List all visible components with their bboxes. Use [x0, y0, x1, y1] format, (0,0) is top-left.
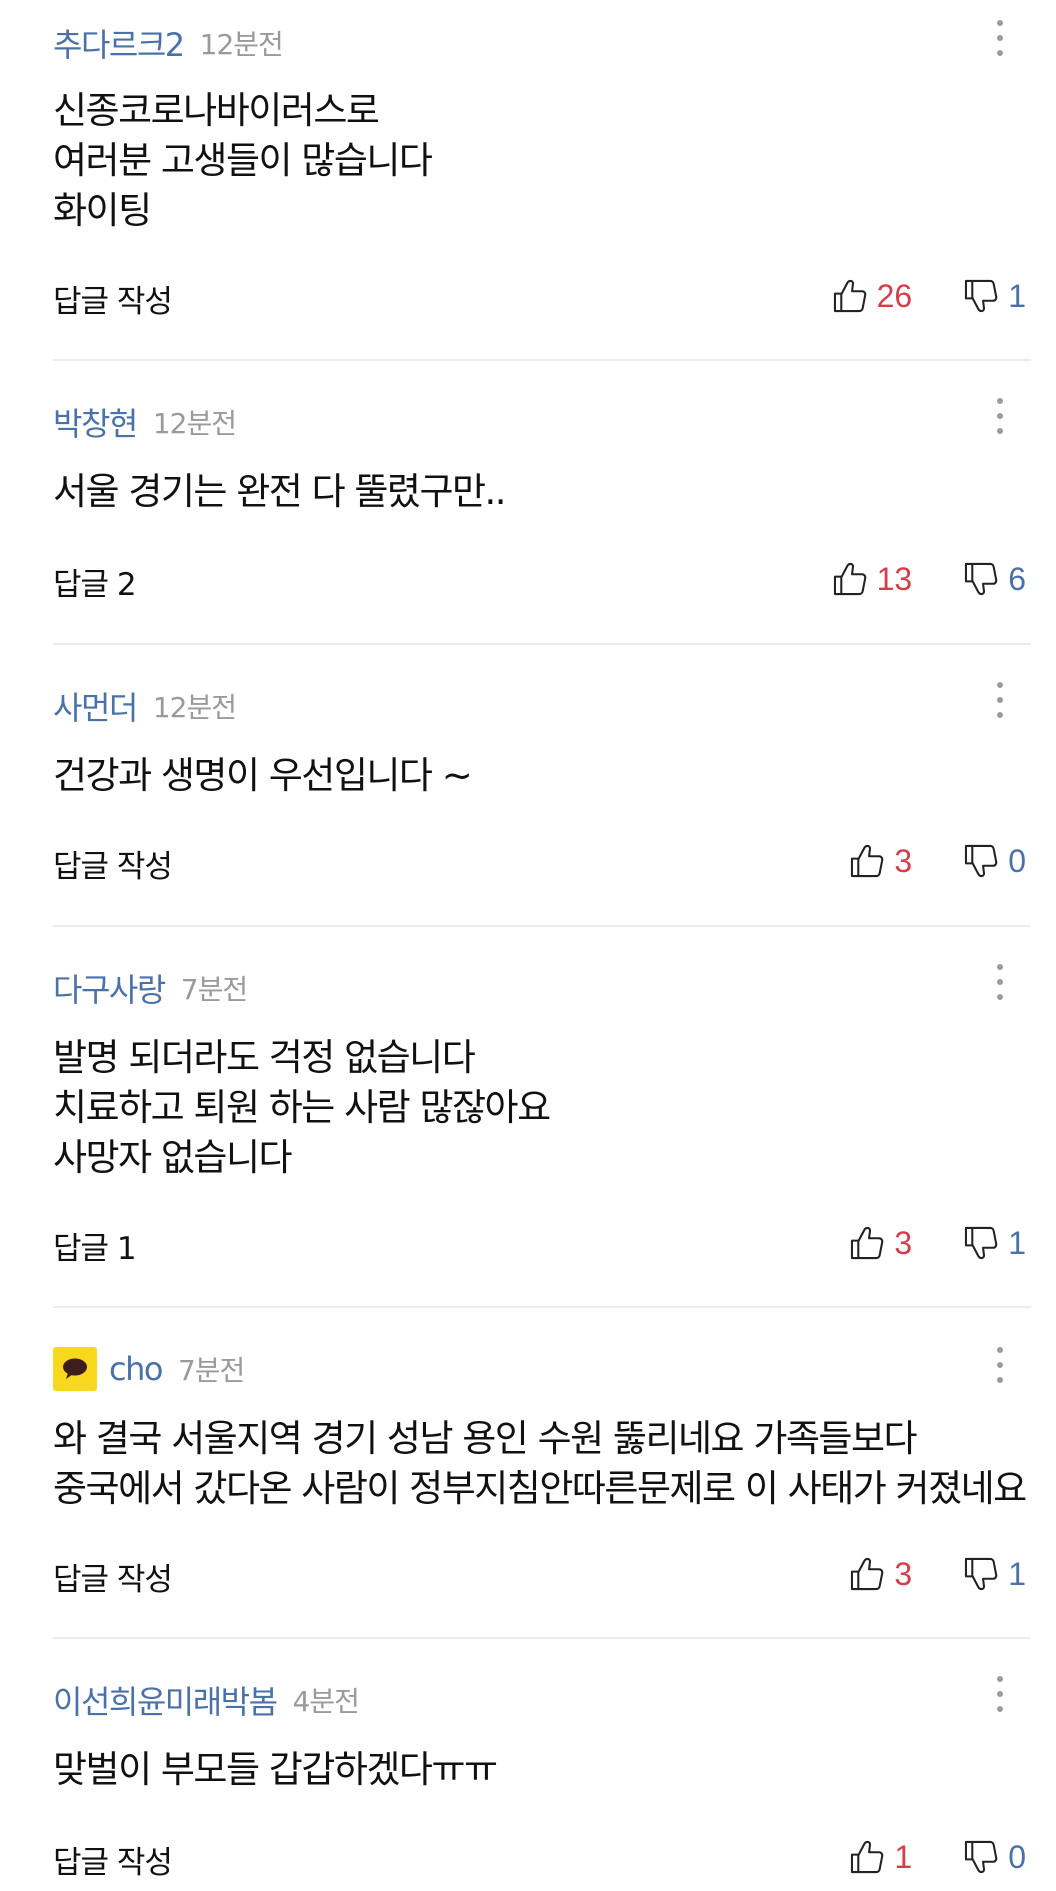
comment-item: 사먼더 12분전 건강과 생명이 우선입니다 ~ 답글 작성 3 0	[0, 645, 1056, 927]
comment-meta: 추다르크2 12분전	[53, 20, 284, 66]
like-count: 1	[894, 1838, 913, 1875]
like-button[interactable]: 3	[848, 842, 912, 880]
like-button[interactable]: 3	[848, 1555, 912, 1593]
comment-item: 박창현 12분전 서울 경기는 완전 다 뚤렸구만.. 답글 2 13 6	[0, 361, 1056, 643]
like-count: 3	[894, 1224, 913, 1261]
dislike-count: 6	[1008, 560, 1026, 597]
thumbs-up-icon	[833, 279, 866, 313]
comment-time: 7분전	[180, 973, 248, 1006]
comment-time: 12분전	[152, 407, 237, 440]
thumbs-up-icon	[851, 1840, 884, 1874]
comment-time: 12분전	[152, 691, 237, 724]
reply-button[interactable]: 답글 작성	[53, 276, 173, 321]
avatar[interactable]	[53, 1347, 97, 1391]
more-vertical-icon[interactable]	[994, 1345, 1006, 1385]
vote-group: 3 0	[848, 839, 1026, 883]
reply-button[interactable]: 답글 작성	[53, 841, 173, 886]
more-vertical-icon[interactable]	[994, 680, 1006, 720]
like-count: 3	[894, 1555, 913, 1592]
comment-item: cho 7분전 와 결국 서울지역 경기 성남 용인 수원 뚫리네요 가족들보다…	[0, 1308, 1056, 1638]
comment-time: 4분전	[292, 1685, 360, 1718]
thumbs-down-icon	[965, 1226, 998, 1260]
comment-author[interactable]: 이선희윤미래박봄	[53, 1677, 278, 1723]
comment-time: 12분전	[199, 28, 284, 61]
thumbs-up-icon	[851, 1557, 884, 1591]
more-vertical-icon[interactable]	[994, 396, 1006, 436]
comment-item: 추다르크2 12분전 신종코로나바이러스로 여러분 고생들이 많습니다 화이팅 …	[0, 0, 1056, 360]
reply-button[interactable]: 답글 1	[53, 1223, 137, 1268]
like-button[interactable]: 26	[831, 277, 913, 315]
comment-time: 7분전	[177, 1354, 245, 1387]
comment-author[interactable]: 박창현	[53, 399, 138, 445]
dislike-count: 1	[1008, 277, 1026, 314]
comment-author[interactable]: 사먼더	[53, 683, 138, 729]
thumbs-down-icon	[965, 844, 998, 878]
reply-button[interactable]: 답글 2	[53, 559, 137, 604]
comment-text: 서울 경기는 완전 다 뚤렸구만..	[53, 470, 507, 513]
dislike-count: 1	[1008, 1224, 1026, 1261]
dislike-button[interactable]: 1	[962, 1224, 1026, 1262]
like-button[interactable]: 1	[848, 1838, 912, 1876]
dislike-button[interactable]: 0	[962, 1838, 1026, 1876]
reply-button[interactable]: 답글 작성	[53, 1837, 173, 1882]
vote-group: 13 6	[831, 557, 1026, 601]
vote-group: 1 0	[848, 1835, 1026, 1879]
comment-item: 이선희윤미래박봄 4분전 맞벌이 부모들 갑갑하겠다ㅠㅠ 답글 작성 1 0	[0, 1639, 1056, 1891]
more-vertical-icon[interactable]	[994, 18, 1006, 58]
comment-author[interactable]: 다구사랑	[53, 965, 166, 1011]
thumbs-up-icon	[851, 1226, 884, 1260]
comment-text: 건강과 생명이 우선입니다 ~	[53, 754, 473, 797]
more-vertical-icon[interactable]	[994, 1674, 1006, 1714]
dislike-button[interactable]: 1	[962, 1555, 1026, 1593]
vote-group: 3 1	[848, 1552, 1026, 1596]
comment-text: 발명 되더라도 걱정 없습니다 치료하고 퇴원 하는 사람 많잖아요 사망자 없…	[53, 1036, 551, 1179]
thumbs-down-icon	[965, 562, 998, 596]
comment-meta: 다구사랑 7분전	[53, 965, 248, 1011]
thumbs-down-icon	[965, 279, 998, 313]
more-vertical-icon[interactable]	[994, 962, 1006, 1002]
like-count: 13	[876, 560, 913, 597]
comment-author[interactable]: cho	[109, 1350, 163, 1388]
dislike-count: 0	[1008, 842, 1026, 879]
comment-item: 다구사랑 7분전 발명 되더라도 걱정 없습니다 치료하고 퇴원 하는 사람 많…	[0, 927, 1056, 1307]
comment-text: 신종코로나바이러스로 여러분 고생들이 많습니다 화이팅	[53, 89, 433, 232]
dislike-count: 1	[1008, 1555, 1026, 1592]
comment-text: 와 결국 서울지역 경기 성남 용인 수원 뚫리네요 가족들보다 중국에서 갔다…	[53, 1417, 1027, 1510]
comment-text: 맞벌이 부모들 갑갑하겠다ㅠㅠ	[53, 1748, 498, 1791]
thumbs-down-icon	[965, 1840, 998, 1874]
dislike-count: 0	[1008, 1838, 1026, 1875]
comment-meta: 박창현 12분전	[53, 399, 237, 445]
comment-meta: 이선희윤미래박봄 4분전	[53, 1677, 360, 1723]
comment-author[interactable]: 추다르크2	[53, 20, 185, 66]
vote-group: 3 1	[848, 1221, 1026, 1265]
dislike-button[interactable]: 0	[962, 842, 1026, 880]
reply-button[interactable]: 답글 작성	[53, 1554, 173, 1599]
thumbs-up-icon	[851, 844, 884, 878]
vote-group: 26 1	[831, 274, 1026, 318]
like-button[interactable]: 3	[848, 1224, 912, 1262]
like-button[interactable]: 13	[831, 560, 913, 598]
thumbs-up-icon	[833, 562, 866, 596]
dislike-button[interactable]: 1	[962, 277, 1026, 315]
comment-meta: 사먼더 12분전	[53, 683, 237, 729]
dislike-button[interactable]: 6	[962, 560, 1026, 598]
kakao-speech-bubble-icon	[63, 1358, 87, 1379]
like-count: 3	[894, 842, 913, 879]
comment-meta: cho 7분전	[53, 1347, 245, 1391]
like-count: 26	[876, 277, 913, 314]
thumbs-down-icon	[965, 1557, 998, 1591]
